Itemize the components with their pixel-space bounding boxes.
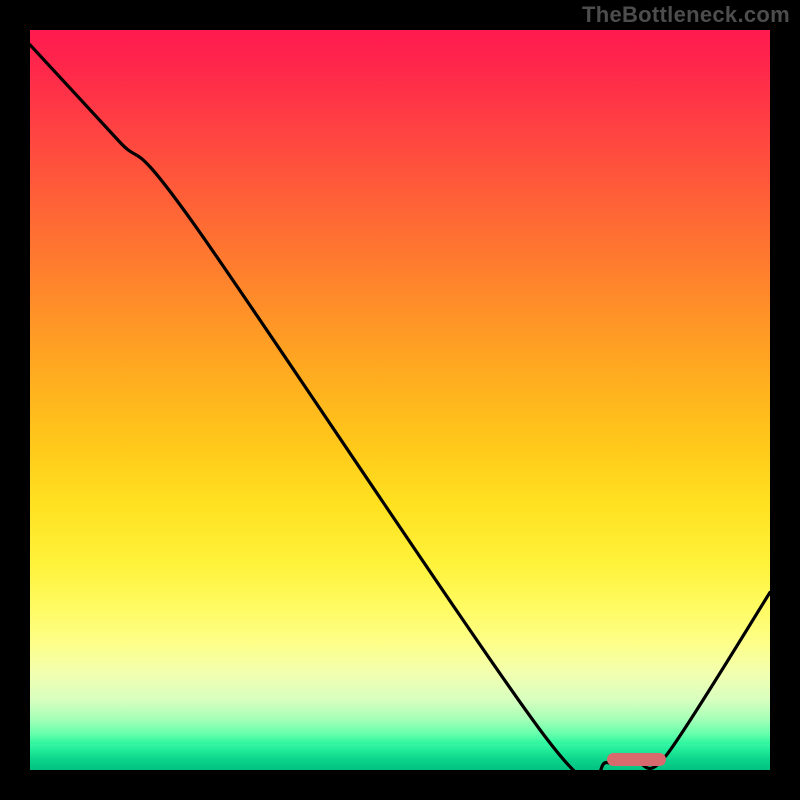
plot-area	[30, 30, 770, 770]
optimal-range-marker	[607, 753, 666, 766]
watermark-text: TheBottleneck.com	[582, 2, 790, 28]
bottleneck-curve	[30, 30, 770, 770]
chart-frame: TheBottleneck.com	[0, 0, 800, 800]
plot-area-border	[28, 28, 772, 772]
